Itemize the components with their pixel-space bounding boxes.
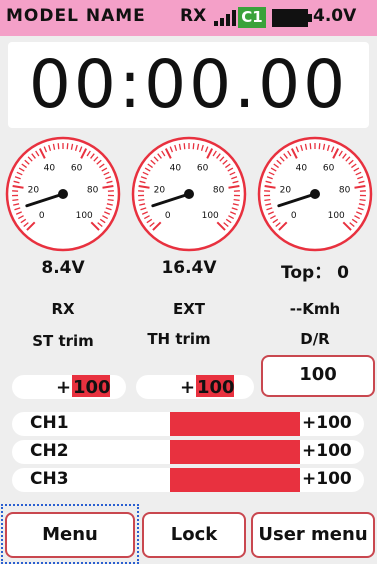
gauge-tick-label: 100 xyxy=(328,211,345,221)
th-trim-value: 100 xyxy=(197,377,235,398)
gauge-tick xyxy=(264,198,271,202)
channel-bar xyxy=(170,468,300,492)
channel-value: +100 xyxy=(302,441,352,461)
gauge-tick-label: 0 xyxy=(39,211,45,221)
gauge-hub xyxy=(184,189,194,199)
user-menu-button[interactable]: User menu xyxy=(251,512,375,558)
gauge-tick xyxy=(192,143,195,150)
gauge-tick xyxy=(57,143,60,150)
dr-label: D/R xyxy=(300,330,330,348)
gauge-tick-label: 60 xyxy=(197,163,209,173)
gauge-tick-label: 20 xyxy=(28,185,40,195)
gauge-tick xyxy=(233,198,240,202)
rx-voltage-gauge: 0 20 40 60 80 100 xyxy=(5,136,121,252)
signal-bars-icon xyxy=(214,10,236,26)
model-name: MODEL NAME xyxy=(6,6,146,26)
gauge-tick xyxy=(318,143,321,150)
gauge-tick xyxy=(107,198,114,202)
gauge-tick xyxy=(138,198,145,202)
th-trim-sign: + xyxy=(180,377,196,398)
gauge-tick-label: 20 xyxy=(280,185,292,195)
speed-unit-text: --Kmh xyxy=(289,300,341,318)
gauge-tick xyxy=(66,143,69,150)
channel-name: CH3 xyxy=(30,469,69,489)
rx-label: RX xyxy=(180,6,207,26)
gauge-tick-label: 80 xyxy=(213,185,225,195)
rx-voltage-value: 8.4V xyxy=(41,258,85,278)
st-trim-label: ST trim xyxy=(32,332,94,350)
timer-display: 00:00.00 xyxy=(28,46,349,123)
gauge-tick-label: 100 xyxy=(76,211,93,221)
gauge-tick xyxy=(183,143,186,150)
st-trim-sign: + xyxy=(56,377,72,398)
channel-name: CH1 xyxy=(30,413,69,433)
gauge-tick-label: 80 xyxy=(87,185,99,195)
channel-value: +100 xyxy=(302,469,352,489)
menu-button[interactable]: Menu xyxy=(5,512,135,558)
channel-bar xyxy=(170,412,300,436)
ext-label-text: EXT xyxy=(172,300,206,318)
st-trim-value: 100 xyxy=(73,377,111,398)
gauge-tick-label: 60 xyxy=(71,163,83,173)
ext-voltage-value: 16.4V xyxy=(161,258,217,278)
channel-value: +100 xyxy=(302,413,352,433)
gauge-tick-label: 0 xyxy=(165,211,171,221)
lock-button[interactable]: Lock xyxy=(142,512,246,558)
ext-voltage-gauge: 0 20 40 60 80 100 xyxy=(131,136,247,252)
dr-value: 100 xyxy=(299,364,337,385)
top-speed-value: Top： 0 xyxy=(281,263,349,283)
gauge-hub xyxy=(58,189,68,199)
gauge-tick-label: 20 xyxy=(154,185,166,195)
gauge-tick-label: 40 xyxy=(170,163,182,173)
gauge-tick-label: 60 xyxy=(323,163,335,173)
channel-name: CH2 xyxy=(30,441,69,461)
gauge-tick-label: 100 xyxy=(202,211,219,221)
gauge-tick xyxy=(12,198,19,202)
gauge-hub xyxy=(310,189,320,199)
rx-label-text: RX xyxy=(51,300,75,318)
gauge-tick-label: 0 xyxy=(291,211,297,221)
channel-badge: C1 xyxy=(238,7,266,28)
gauge-tick-label: 80 xyxy=(339,185,351,195)
gauge-tick xyxy=(309,143,312,150)
battery-icon xyxy=(272,9,312,27)
gauge-tick xyxy=(359,198,366,202)
speed-gauge: 0 20 40 60 80 100 xyxy=(257,136,373,252)
th-trim-label: TH trim xyxy=(147,330,211,348)
channel-bar xyxy=(170,440,300,464)
gauge-tick-label: 40 xyxy=(296,163,308,173)
battery-voltage: 4.0V xyxy=(313,6,357,26)
gauge-tick-label: 40 xyxy=(44,163,56,173)
